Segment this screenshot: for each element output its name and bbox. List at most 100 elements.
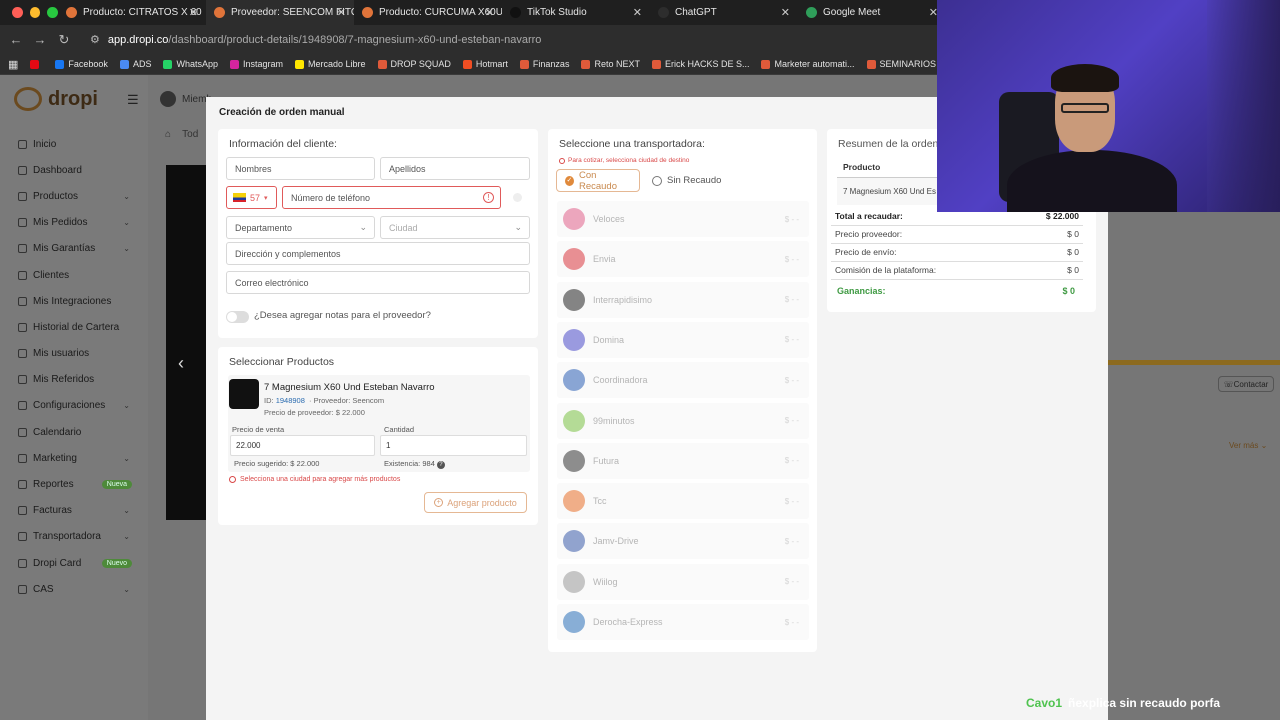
- ver-mas-link[interactable]: Ver más ⌄: [1229, 441, 1267, 450]
- product-supplier: Proveedor: Seencom: [313, 396, 385, 405]
- sidebar-item-reportes[interactable]: Reportes Nueva: [18, 471, 138, 497]
- carrier-price: $ - -: [784, 617, 799, 627]
- close-tab-icon[interactable]: ✕: [633, 6, 642, 19]
- first-name-input[interactable]: Nombres: [226, 157, 375, 180]
- browser-tab[interactable]: TikTok Studio ✕: [502, 0, 650, 25]
- sidebar-item-dashboard[interactable]: Dashboard: [18, 157, 138, 183]
- sidebar-item-productos[interactable]: Productos ⌄: [18, 183, 138, 209]
- product-id-value[interactable]: 1948908: [276, 396, 305, 405]
- carrier-option[interactable]: Envia $ - -: [557, 241, 809, 278]
- browser-tab[interactable]: Google Meet ✕: [798, 0, 946, 25]
- sidebar-item-facturas[interactable]: Facturas ⌄: [18, 498, 138, 524]
- bookmark-item[interactable]: ADS: [119, 59, 151, 69]
- carrier-option[interactable]: 99minutos $ - -: [557, 402, 809, 439]
- bookmark-item[interactable]: Erick HACKS DE S...: [651, 59, 749, 69]
- tab-label: Producto: CURCUMA X60U: [379, 7, 502, 18]
- carrier-option[interactable]: Veloces $ - -: [557, 201, 809, 237]
- bookmark-label: Facebook: [68, 59, 108, 69]
- sidebar-nav: Inicio Dashboard Productos ⌄ Mis Pedidos ⌄ Mis…: [18, 131, 138, 602]
- site-settings-icon[interactable]: ⚙: [90, 33, 100, 46]
- sidebar-item-mis-referidos[interactable]: Mis Referidos: [18, 367, 138, 393]
- nav-icon: [18, 427, 27, 437]
- sidebar-item-calendario[interactable]: Calendario: [18, 419, 138, 445]
- carrier-option[interactable]: Derocha-Express $ - -: [557, 604, 809, 640]
- bookmark-item[interactable]: Finanzas: [519, 59, 569, 69]
- browser-tab[interactable]: Proveedor: SEENCOM FITO ✕: [206, 0, 354, 25]
- sidebar-item-mis-usuarios[interactable]: Mis usuarios: [18, 341, 138, 367]
- bookmark-item[interactable]: DROP SQUAD: [377, 59, 451, 69]
- email-input[interactable]: Correo electrónico: [226, 271, 530, 294]
- hamburger-menu-icon[interactable]: ☰: [127, 92, 139, 108]
- bookmark-icon: [651, 59, 661, 69]
- sidebar-item-configuraciones[interactable]: Configuraciones ⌄: [18, 393, 138, 419]
- bookmark-item[interactable]: [30, 59, 43, 69]
- bookmark-item[interactable]: Instagram: [229, 59, 283, 69]
- carrier-option[interactable]: Jamv-Drive $ - -: [557, 523, 809, 560]
- bookmark-icon: [761, 59, 771, 69]
- info-icon[interactable]: ?: [436, 461, 445, 469]
- minimize-window-button[interactable]: [29, 7, 41, 18]
- close-window-button[interactable]: [12, 7, 23, 18]
- with-collect-option[interactable]: ✓ Con Recaudo: [556, 169, 640, 192]
- sidebar-item-mis-pedidos[interactable]: Mis Pedidos ⌄: [18, 210, 138, 236]
- phone-input[interactable]: Número de teléfono!: [282, 186, 501, 209]
- phone-code-select[interactable]: 57 ▾: [226, 186, 277, 209]
- bookmark-icon: [581, 59, 591, 69]
- sidebar-item-inicio[interactable]: Inicio: [18, 131, 138, 157]
- sidebar-item-dropi-card[interactable]: Dropi Card Nuevo: [18, 550, 138, 576]
- sidebar-item-mis-integraciones[interactable]: Mis Integraciones: [18, 288, 138, 314]
- carrier-option[interactable]: Tcc $ - -: [557, 483, 809, 520]
- back-icon[interactable]: ←: [4, 32, 28, 47]
- browser-tab[interactable]: Producto: CITRATOS X 60 ✕: [58, 0, 206, 25]
- webcam-person-body: [1007, 150, 1177, 212]
- bookmark-item[interactable]: Marketer automati...: [761, 59, 855, 69]
- notes-toggle[interactable]: [226, 311, 249, 323]
- carrier-option[interactable]: Wiilog $ - -: [557, 563, 809, 600]
- sale-price-input[interactable]: 22.000: [230, 435, 375, 456]
- close-tab-icon[interactable]: ✕: [189, 6, 198, 19]
- carousel-prev-icon[interactable]: ‹: [178, 353, 184, 374]
- bookmark-item[interactable]: Hotmart: [462, 59, 508, 69]
- department-select[interactable]: Departamento ⌄: [226, 216, 375, 239]
- bookmark-item[interactable]: Mercado Libre: [295, 59, 366, 69]
- sidebar-item-transportadora[interactable]: Transportadora ⌄: [18, 524, 138, 550]
- last-name-input[interactable]: Apellidos: [380, 157, 530, 180]
- reload-icon[interactable]: ↻: [52, 32, 76, 48]
- summary-product-name: 7 Magnesium X60 Und Es: [837, 178, 947, 205]
- browser-tab[interactable]: Producto: CURCUMA X60U ✕: [354, 0, 502, 25]
- carrier-option[interactable]: Futura $ - -: [557, 442, 809, 479]
- maximize-window-button[interactable]: [47, 7, 59, 18]
- close-tab-icon[interactable]: ✕: [485, 6, 494, 19]
- url-field[interactable]: ⚙ app.dropi.co/dashboard/product-details…: [90, 33, 541, 47]
- forward-icon[interactable]: →: [28, 32, 52, 47]
- without-collect-option[interactable]: Sin Recaudo: [644, 169, 729, 192]
- close-tab-icon[interactable]: ✕: [781, 6, 790, 19]
- summary-row: Total a recaudar: $ 22.000: [835, 211, 1079, 221]
- sidebar-item-historial-de-cartera[interactable]: Historial de Cartera: [18, 314, 138, 340]
- carrier-option[interactable]: Coordinadora $ - -: [557, 362, 809, 399]
- carrier-option[interactable]: Interrapidisimo $ - -: [557, 281, 809, 318]
- carrier-option[interactable]: Domina $ - -: [557, 321, 809, 358]
- sidebar-item-label: Dropi Card: [33, 557, 82, 569]
- add-product-button[interactable]: + Agregar producto: [424, 492, 527, 513]
- sidebar-item-cas[interactable]: CAS ⌄: [18, 576, 138, 602]
- sidebar-item-marketing[interactable]: Marketing ⌄: [18, 445, 138, 471]
- browser-tab[interactable]: ChatGPT ✕: [650, 0, 798, 25]
- contact-button[interactable]: ☏ Contactar: [1218, 376, 1274, 392]
- carrier-name: Wiilog: [593, 576, 618, 587]
- city-select[interactable]: Ciudad ⌄: [380, 216, 530, 239]
- nav-icon: [18, 244, 27, 254]
- bookmark-item[interactable]: WhatsApp: [163, 59, 218, 69]
- quantity-input[interactable]: 1: [380, 435, 527, 456]
- sidebar-item-mis-garant-as[interactable]: Mis Garantías ⌄: [18, 236, 138, 262]
- bookmark-item[interactable]: Reto NEXT: [581, 59, 640, 69]
- bookmark-icon: [462, 59, 472, 69]
- address-input[interactable]: Dirección y complementos: [226, 242, 530, 265]
- close-tab-icon[interactable]: ✕: [337, 6, 346, 19]
- summary-row: Precio de envío: $ 0: [835, 247, 1079, 257]
- bookmark-icon: [30, 59, 40, 69]
- apps-grid-icon[interactable]: ▦: [8, 58, 18, 71]
- sidebar-item-clientes[interactable]: Clientes: [18, 262, 138, 288]
- bookmark-item[interactable]: Facebook: [55, 59, 108, 69]
- chevron-down-icon: ⌄: [514, 222, 522, 232]
